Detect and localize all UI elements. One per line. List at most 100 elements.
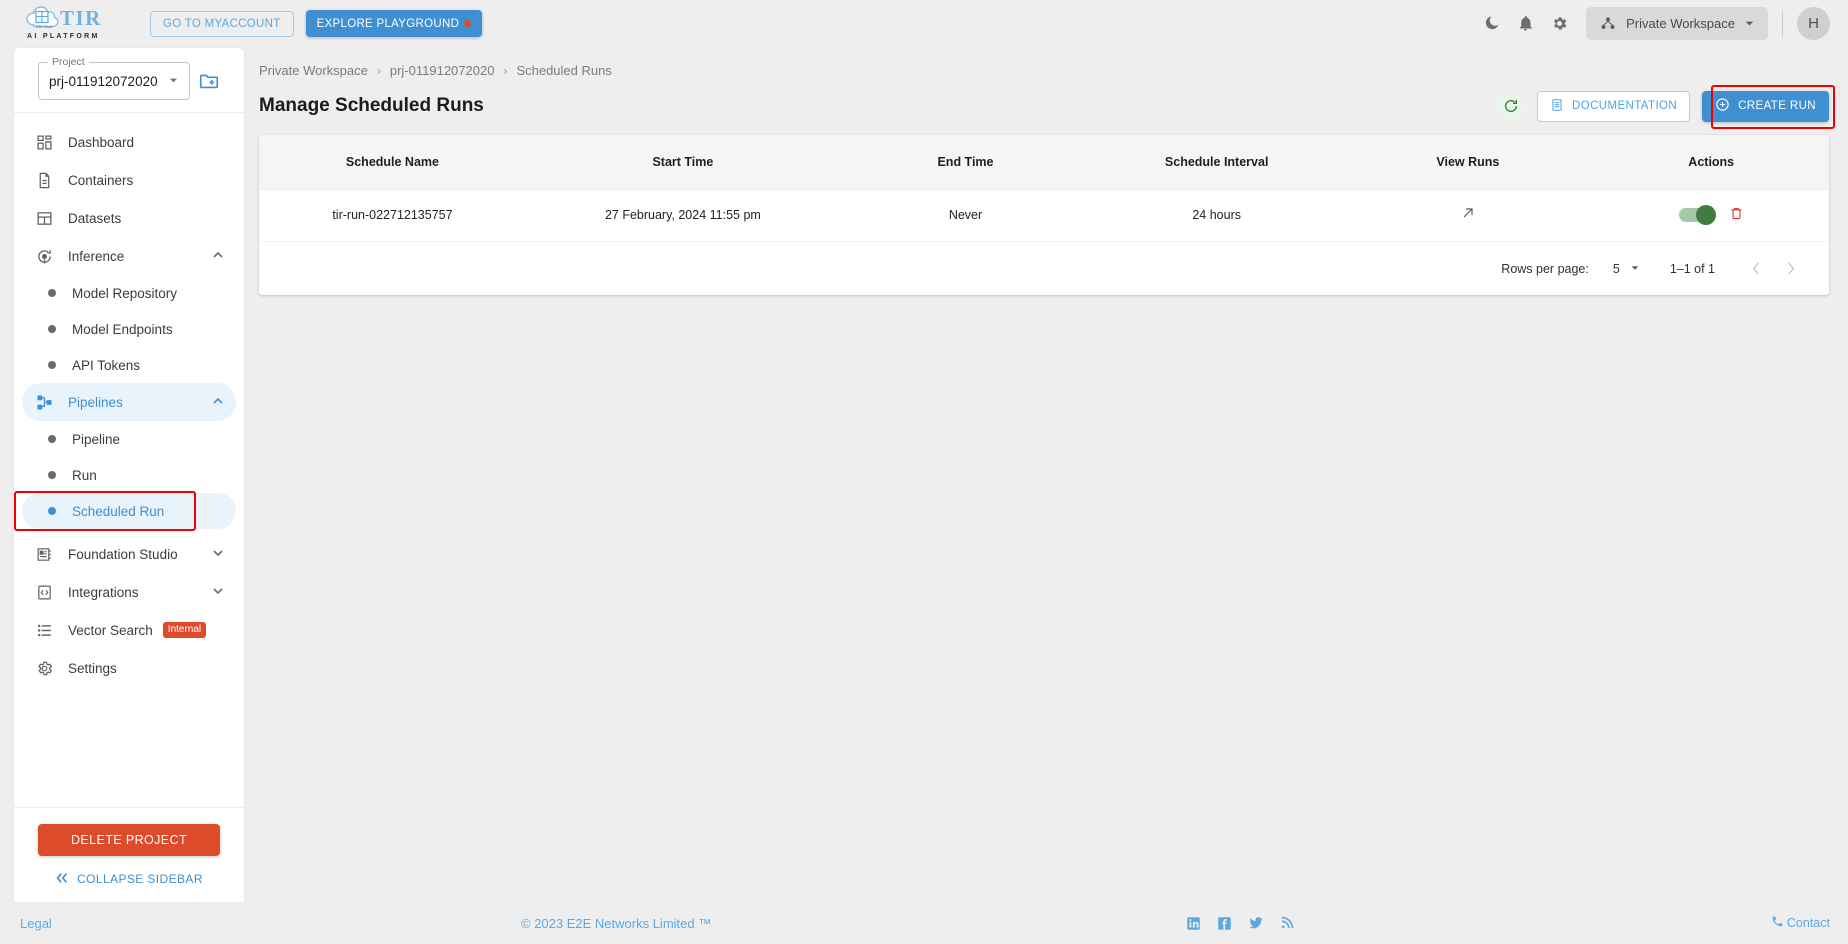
scheduled-runs-card: Schedule Name Start Time End Time Schedu…	[259, 135, 1829, 295]
sidebar-item-label: Vector Search	[68, 622, 153, 638]
rss-icon[interactable]	[1280, 916, 1294, 930]
bullet-icon	[48, 435, 56, 443]
sidebar-item-pipelines[interactable]: Pipelines	[22, 383, 236, 421]
page-actions: DOCUMENTATION CREATE RUN	[1496, 84, 1848, 129]
double-chevron-left-icon	[55, 871, 69, 888]
sidebar-subitem-label: API Tokens	[72, 357, 141, 373]
sidebar-item-datasets[interactable]: Datasets	[22, 199, 236, 237]
document-icon	[34, 170, 54, 190]
trash-icon[interactable]	[1729, 206, 1744, 224]
refresh-icon[interactable]	[1496, 91, 1526, 121]
sidebar-item-label: Pipelines	[68, 394, 123, 410]
chevron-down-icon	[1630, 262, 1640, 276]
svg-text:E2E Cloud: E2E Cloud	[36, 25, 52, 29]
column-header-actions: Actions	[1688, 154, 1735, 169]
facebook-icon[interactable]	[1217, 916, 1232, 931]
breadcrumb: Private Workspace › prj-011912072020 › S…	[245, 47, 1848, 78]
avatar[interactable]: H	[1797, 7, 1830, 40]
table-head: Schedule Name Start Time End Time Schedu…	[259, 135, 1829, 189]
sidebar-item-api-tokens[interactable]: API Tokens	[22, 347, 236, 383]
collapse-sidebar-button[interactable]: COLLAPSE SIDEBAR	[14, 856, 244, 902]
twitter-icon[interactable]	[1248, 915, 1264, 931]
pipeline-icon	[34, 392, 54, 412]
svg-text:AI PLATFORM: AI PLATFORM	[27, 33, 100, 40]
sidebar-item-label: Containers	[68, 172, 134, 188]
delete-project-button[interactable]: DELETE PROJECT	[38, 824, 220, 856]
bullet-icon	[48, 325, 56, 333]
list-icon	[34, 620, 54, 640]
bell-icon[interactable]	[1508, 7, 1542, 41]
cell-end-time: Never	[948, 208, 983, 223]
sidebar-item-pipeline[interactable]: Pipeline	[22, 421, 236, 457]
code-icon	[34, 582, 54, 602]
chevron-down-icon	[212, 547, 224, 562]
chevron-left-icon[interactable]	[1739, 252, 1773, 286]
bullet-icon	[48, 471, 56, 479]
external-link-icon[interactable]	[1460, 205, 1476, 225]
cell-schedule-name: tir-run-022712135757	[332, 208, 453, 223]
sidebar-item-foundation-studio[interactable]: Foundation Studio	[22, 535, 236, 573]
cell-start-time: 27 February, 2024 11:55 pm	[604, 208, 761, 223]
sidebar-nav: Dashboard Containers Datasets Inference …	[14, 113, 244, 807]
status-badge: Internal	[162, 622, 207, 638]
documentation-button[interactable]: DOCUMENTATION	[1537, 90, 1691, 122]
project-select[interactable]: Project prj-011912072020	[38, 56, 190, 100]
sidebar-item-label: Integrations	[68, 584, 139, 600]
contact-link[interactable]: Contact	[1771, 915, 1830, 931]
rows-per-page-select[interactable]: 5	[1613, 262, 1640, 276]
enable-toggle[interactable]	[1678, 205, 1716, 226]
sidebar-item-containers[interactable]: Containers	[22, 161, 236, 199]
create-run-label: CREATE RUN	[1738, 100, 1816, 112]
title-row: Manage Scheduled Runs DOCUMENTATION CREA…	[245, 78, 1848, 129]
column-header-start-time: Start Time	[652, 154, 714, 169]
chevron-right-icon[interactable]	[1773, 252, 1807, 286]
contact-label: Contact	[1786, 916, 1830, 930]
breadcrumb-item-project[interactable]: prj-011912072020	[390, 63, 495, 78]
breadcrumb-separator: ›	[503, 63, 508, 78]
sidebar-item-integrations[interactable]: Integrations	[22, 573, 236, 611]
pagination-range: 1–1 of 1	[1669, 261, 1715, 276]
workspace-selector[interactable]: Private Workspace	[1586, 7, 1768, 40]
page-title: Manage Scheduled Runs	[259, 95, 484, 116]
bullet-icon	[48, 361, 56, 369]
workspace-label: Private Workspace	[1626, 16, 1735, 31]
gear-icon[interactable]	[1542, 7, 1576, 41]
new-project-icon[interactable]	[198, 70, 220, 92]
inference-icon	[34, 246, 54, 266]
sidebar-item-vector-search[interactable]: Vector Search Internal	[22, 611, 236, 649]
gear-icon	[34, 658, 54, 678]
chevron-down-icon	[212, 585, 224, 600]
moon-icon[interactable]	[1474, 7, 1508, 41]
explore-playground-label: EXPLORE PLAYGROUND	[316, 17, 460, 30]
sidebar-item-inference[interactable]: Inference	[22, 237, 236, 275]
sidebar-item-label: Dashboard	[68, 134, 135, 150]
tir-logo[interactable]: E2E Cloud TIR AI PLATFORM	[22, 5, 122, 43]
bullet-icon	[48, 289, 56, 297]
scheduled-runs-table: Schedule Name Start Time End Time Schedu…	[259, 135, 1829, 241]
sidebar-item-model-repository[interactable]: Model Repository	[22, 275, 236, 311]
column-header-schedule-interval: Schedule Interval	[1164, 154, 1269, 169]
chevron-up-icon	[212, 395, 224, 410]
sidebar-item-settings[interactable]: Settings	[22, 649, 236, 687]
breadcrumb-item-current: Scheduled Runs	[516, 63, 612, 78]
sidebar-item-run[interactable]: Run	[22, 457, 236, 493]
documentation-label: DOCUMENTATION	[1572, 100, 1678, 112]
sidebar-footer: DELETE PROJECT COLLAPSE SIDEBAR	[14, 807, 244, 902]
explore-playground-button[interactable]: EXPLORE PLAYGROUND	[305, 10, 483, 37]
sidebar-item-scheduled-run[interactable]: Scheduled Run	[22, 493, 236, 529]
goto-myaccount-button[interactable]: GO TO MYACCOUNT	[150, 10, 294, 37]
sidebar-item-dashboard[interactable]: Dashboard	[22, 123, 236, 161]
sidebar-subitem-label: Pipeline	[72, 431, 121, 447]
cell-actions	[1593, 189, 1829, 241]
playground-status-dot	[464, 20, 472, 27]
table-row: tir-run-022712135757 27 February, 2024 1…	[259, 189, 1829, 241]
topbar-divider	[1782, 10, 1783, 37]
legal-link[interactable]: Legal	[20, 916, 52, 931]
linkedin-icon[interactable]	[1186, 916, 1201, 931]
table-header-row: Schedule Name Start Time End Time Schedu…	[259, 135, 1829, 189]
breadcrumb-item-workspace[interactable]: Private Workspace	[259, 63, 368, 78]
create-run-button[interactable]: CREATE RUN	[1702, 90, 1829, 122]
sidebar-subitem-label: Model Repository	[72, 285, 178, 301]
sidebar-item-model-endpoints[interactable]: Model Endpoints	[22, 311, 236, 347]
project-value: prj-011912072020	[49, 73, 158, 89]
